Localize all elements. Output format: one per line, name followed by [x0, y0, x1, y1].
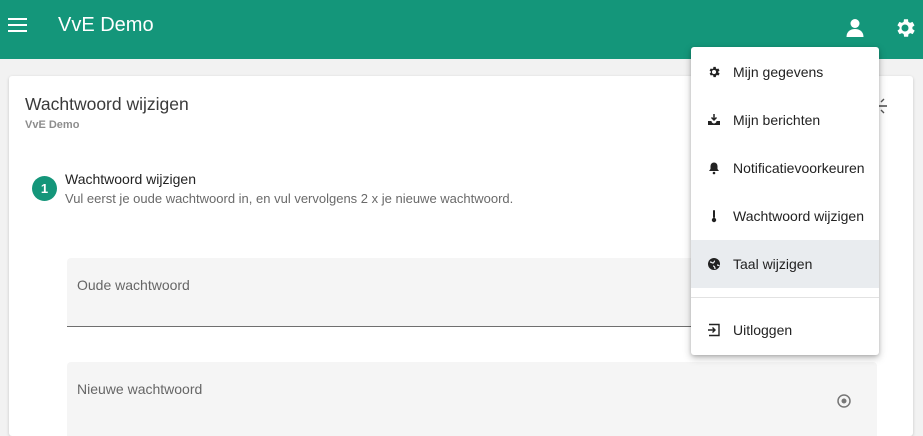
menu-item-taal-wijzigen[interactable]: Taal wijzigen [691, 240, 879, 288]
old-password-label: Oude wachtwoord [77, 277, 190, 293]
thermometer-icon [707, 209, 721, 223]
new-password-label: Nieuwe wachtwoord [77, 381, 203, 397]
app-title: VvE Demo [58, 14, 154, 36]
step-number-badge: 1 [32, 176, 57, 201]
menu-item-mijn-gegevens[interactable]: Mijn gegevens [691, 48, 879, 96]
menu-item-label: Mijn berichten [733, 112, 821, 128]
gear-icon [707, 65, 721, 79]
new-password-field[interactable]: Nieuwe wachtwoord [67, 362, 877, 436]
menu-item-label: Wachtwoord wijzigen [733, 208, 864, 224]
step-description: Vul eerst je oude wachtwoord in, en vul … [65, 191, 514, 206]
menu-item-notificatievoorkeuren[interactable]: Notificatievoorkeuren [691, 144, 879, 192]
user-dropdown-menu: Mijn gegevens Mijn berichten Notificatie… [691, 47, 879, 355]
menu-item-label: Mijn gegevens [733, 64, 824, 80]
user-icon[interactable] [843, 16, 867, 40]
show-password-eye-icon[interactable] [835, 392, 853, 410]
bell-icon [707, 161, 721, 175]
menu-divider [691, 297, 879, 298]
menu-item-mijn-berichten[interactable]: Mijn berichten [691, 96, 879, 144]
menu-item-wachtwoord-wijzigen[interactable]: Wachtwoord wijzigen [691, 192, 879, 240]
settings-gear-icon[interactable] [893, 16, 917, 40]
menu-item-label: Uitloggen [733, 322, 793, 338]
menu-item-uitloggen[interactable]: Uitloggen [691, 306, 879, 354]
logout-icon [707, 323, 721, 337]
hamburger-menu-icon[interactable] [8, 14, 30, 36]
inbox-icon [707, 113, 721, 127]
menu-item-label: Notificatievoorkeuren [733, 160, 865, 176]
menu-item-label: Taal wijzigen [733, 256, 813, 272]
globe-icon [707, 257, 721, 271]
step-title: Wachtwoord wijzigen [65, 171, 196, 187]
card-subtitle: VvE Demo [25, 119, 80, 131]
card-title: Wachtwoord wijzigen [25, 94, 189, 114]
